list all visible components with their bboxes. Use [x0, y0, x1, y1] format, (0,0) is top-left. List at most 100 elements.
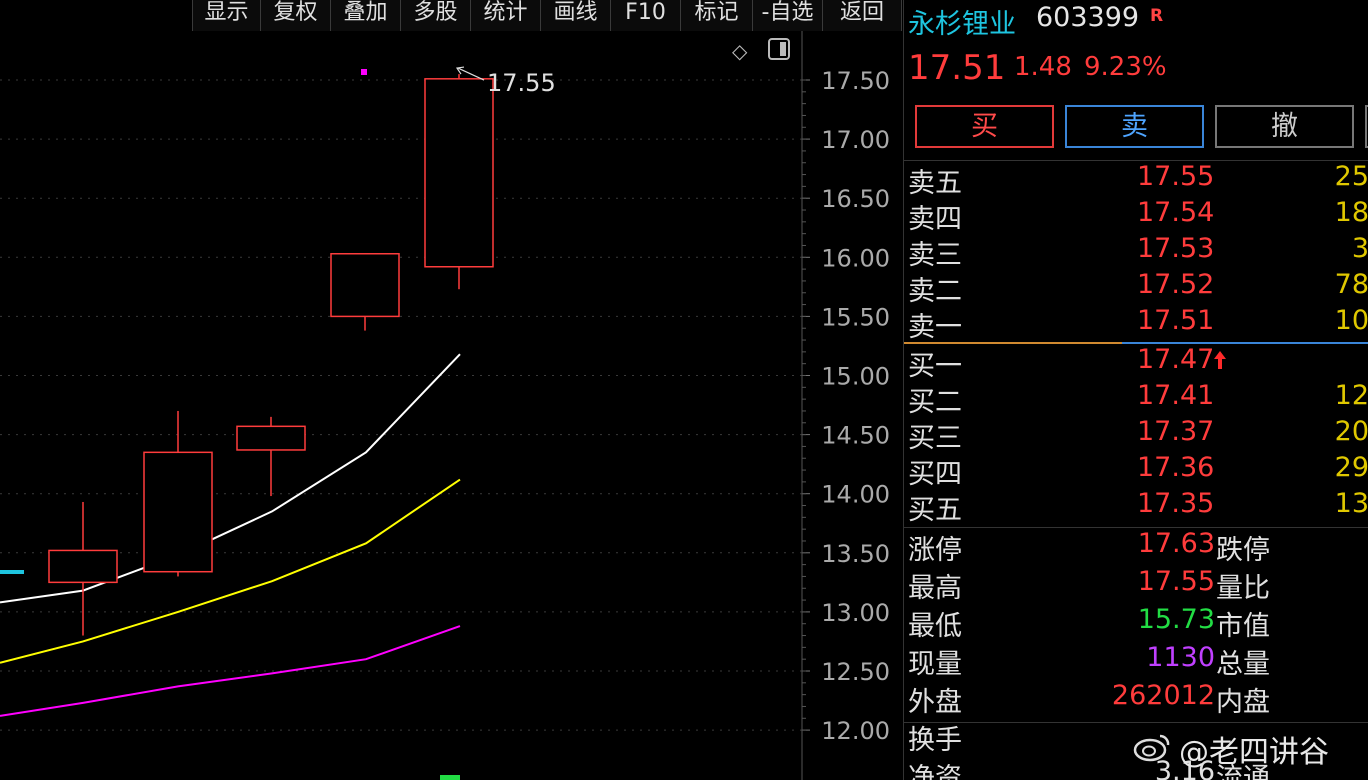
ask-volume: 3 [1351, 233, 1368, 264]
ask-price: 17.53 [1137, 233, 1215, 264]
bid-volume: 20 [1334, 416, 1368, 447]
bid-price: 17.47 [1137, 344, 1215, 375]
bid-level-label: 买二 [908, 387, 962, 418]
kline-chart[interactable]: 17.50 17.00 16.50 16.00 15.50 15.00 14.50 14.00… [0, 31, 903, 780]
ask-level-label: 卖三 [908, 240, 962, 271]
y-tick-label: 17.50 [821, 67, 890, 95]
stat-label: 最高 [908, 573, 962, 604]
y-tick-label: 16.00 [821, 244, 890, 272]
stat-row: 最低 15.73 市值 [904, 604, 1368, 642]
candle-body [48, 549, 118, 584]
ask-row[interactable]: 卖一 17.51 10 [904, 305, 1368, 343]
stat-label: 涨停 [908, 535, 962, 566]
stat-label-secondary: 量比 [1216, 573, 1270, 604]
stat-value: 262012 [1111, 680, 1215, 711]
ask-volume: 10 [1334, 305, 1368, 336]
bid-level-label: 买一 [908, 351, 962, 382]
ask-row[interactable]: 卖四 17.54 18 [904, 197, 1368, 235]
toolbar-overlay-button[interactable]: 叠加 [330, 0, 400, 31]
ask-row[interactable]: 卖五 17.55 25 [904, 161, 1368, 199]
bid-price: 17.41 [1137, 380, 1215, 411]
y-tick-label: 14.50 [821, 422, 890, 450]
bid-price: 17.35 [1137, 488, 1215, 519]
bid-row[interactable]: 买三 17.37 20 [904, 416, 1368, 454]
stat-row: 外盘 262012 内盘 [904, 680, 1368, 718]
ask-level-label: 卖一 [908, 312, 962, 343]
stat-label-secondary: 总量 [1216, 649, 1270, 680]
price-change: 1.48 [1014, 52, 1072, 82]
ask-bid-divider-left [904, 342, 1122, 344]
bid-volume: 29 [1334, 452, 1368, 483]
bid-row[interactable]: 买二 17.41 12 [904, 380, 1368, 418]
ask-price: 17.51 [1137, 305, 1215, 336]
ask-row[interactable]: 卖二 17.52 78 [904, 269, 1368, 307]
ask-volume: 78 [1334, 269, 1368, 300]
bid-row[interactable]: 买四 17.36 29 [904, 452, 1368, 490]
sell-button[interactable]: 卖 [1065, 105, 1204, 148]
bid-level-label: 买五 [908, 495, 962, 526]
y-tick-label: 16.50 [821, 185, 890, 213]
bid-row[interactable]: 买一 17.47 [904, 344, 1368, 382]
divider [904, 722, 1368, 723]
y-tick-label: 12.00 [821, 717, 890, 745]
toolbar-draw-button[interactable]: 画线 [540, 0, 610, 31]
stat-value: 17.55 [1137, 566, 1215, 597]
stat-row: 现量 1130 总量 [904, 642, 1368, 680]
stat-label: 净资 [908, 763, 962, 780]
y-tick-label: 14.00 [821, 481, 890, 509]
ask-volume: 18 [1334, 197, 1368, 228]
ask-volume: 25 [1334, 161, 1368, 192]
ask-bid-divider-right [1122, 342, 1368, 344]
buy-button[interactable]: 买 [915, 105, 1054, 148]
stat-label: 现量 [908, 649, 962, 680]
ask-price: 17.54 [1137, 197, 1215, 228]
candle-body [236, 425, 306, 451]
stock-name: 永杉锂业 [908, 9, 1016, 40]
kline-chart-svg[interactable]: 17.50 17.00 16.50 16.00 15.50 15.00 14.50 14.00… [0, 31, 903, 780]
toolbar-multi-stock-button[interactable]: 多股 [400, 0, 470, 31]
ask-level-label: 卖五 [908, 168, 962, 199]
bid-level-label: 买三 [908, 423, 962, 454]
y-tick-label: 13.50 [821, 540, 890, 568]
price-change-percent: 9.23% [1084, 52, 1167, 82]
stat-label-secondary: 内盘 [1216, 687, 1270, 718]
ask-price: 17.55 [1137, 161, 1215, 192]
ask-level-label: 卖二 [908, 276, 962, 307]
bid-volume: 12 [1334, 380, 1368, 411]
ask-level-label: 卖四 [908, 204, 962, 235]
bid-row[interactable]: 买五 17.35 13 [904, 488, 1368, 526]
cancel-order-button[interactable]: 撤 [1215, 105, 1354, 148]
toolbar-remove-watchlist-button[interactable]: -自选 [752, 0, 822, 31]
bid-level-label: 买四 [908, 459, 962, 490]
stat-label: 换手 [908, 725, 962, 756]
volume-bar-edge [440, 775, 460, 780]
stock-code: 603399 [1036, 2, 1140, 33]
y-tick-label: 13.00 [821, 599, 890, 627]
moving-average-line [0, 625, 461, 717]
cyan-marker [0, 570, 24, 574]
last-price: 17.51 [908, 48, 1006, 88]
quote-panel: 永杉锂业 603399 R 17.51 1.48 9.23% 买 卖 撤 卖五 1… [903, 0, 1368, 780]
signal-marker [361, 69, 367, 75]
ask-row[interactable]: 卖三 17.53 3 [904, 233, 1368, 271]
stat-value: 15.73 [1137, 604, 1215, 635]
stat-row: 最高 17.55 量比 [904, 566, 1368, 604]
stat-value: 1130 [1146, 642, 1215, 673]
stat-row: 涨停 17.63 跌停 [904, 528, 1368, 566]
toolbar-f10-button[interactable]: F10 [610, 0, 680, 31]
toolbar-display-button[interactable]: 显示 [192, 0, 260, 31]
diamond-icon[interactable]: ◇ [732, 39, 747, 63]
y-tick-label: 12.50 [821, 658, 890, 686]
up-arrow-icon [1214, 351, 1226, 369]
toolbar-adjust-button[interactable]: 复权 [260, 0, 330, 31]
candle-body [330, 253, 400, 318]
bid-volume: 13 [1334, 488, 1368, 519]
stat-label-secondary: 市值 [1216, 611, 1270, 642]
stat-label: 外盘 [908, 687, 962, 718]
panel-toggle-icon[interactable] [768, 38, 790, 65]
toolbar-back-button[interactable]: 返回 [822, 0, 902, 31]
toolbar-stats-button[interactable]: 统计 [470, 0, 540, 31]
candle-body [424, 78, 494, 268]
ask-price: 17.52 [1137, 269, 1215, 300]
toolbar-mark-button[interactable]: 标记 [680, 0, 752, 31]
